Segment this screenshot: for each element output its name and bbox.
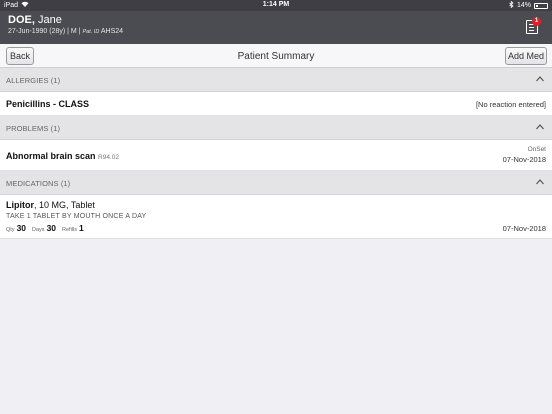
medications-header-label: MEDICATIONS (1) xyxy=(6,179,71,188)
problems-header-label: PROBLEMS (1) xyxy=(6,124,61,133)
problem-code: R94.02 xyxy=(98,154,120,161)
allergy-reaction: [No reaction entered] xyxy=(475,100,546,109)
battery-percent: 14% xyxy=(516,2,531,9)
patient-id-label: Pat. ID xyxy=(82,29,100,35)
qty-label: Qty xyxy=(6,227,15,233)
toolbar: Back Patient Summary Add Med xyxy=(0,44,552,68)
allergies-header-label: ALLERGIES (1) xyxy=(6,76,61,85)
patient-header: DOE, Jane 27-Jun-1990 (28y) | M | Pat. I… xyxy=(0,11,552,44)
problems-section-header[interactable]: PROBLEMS (1) xyxy=(0,116,552,140)
list-item[interactable]: Lipitor, 10 MG, Tablet TAKE 1 TABLET BY … xyxy=(0,195,552,239)
chevron-up-icon[interactable] xyxy=(536,76,544,84)
onset-label: OnSet xyxy=(527,146,546,153)
page-title: Patient Summary xyxy=(237,51,315,62)
list-item[interactable]: Abnormal brain scan R94.02 OnSet 07-Nov-… xyxy=(0,140,552,171)
medication-quantities: Qty 30 Days 30 Refills 1 xyxy=(6,223,88,233)
medication-detail: , 10 MG, Tablet xyxy=(34,200,95,210)
chevron-up-icon[interactable] xyxy=(536,124,544,132)
refills-value: 1 xyxy=(79,223,84,233)
medication-sig: TAKE 1 TABLET BY MOUTH ONCE A DAY xyxy=(6,213,147,220)
chevron-up-icon[interactable] xyxy=(536,179,544,187)
list-item[interactable]: Penicillins - CLASS [No reaction entered… xyxy=(0,92,552,116)
patient-meta: 27-Jun-1990 (28y) | M | Pat. ID AHS24 xyxy=(8,28,124,35)
problem-name: Abnormal brain scan R94.02 xyxy=(6,151,120,161)
status-time: 1:14 PM xyxy=(262,1,290,8)
status-right: 14% xyxy=(509,0,548,10)
qty-value: 30 xyxy=(16,223,27,233)
medications-section-header[interactable]: MEDICATIONS (1) xyxy=(0,171,552,195)
patient-id: AHS24 xyxy=(100,28,124,35)
patient-first-name: Jane xyxy=(37,14,62,26)
battery-icon xyxy=(534,2,548,9)
medication-name: Lipitor, 10 MG, Tablet xyxy=(6,200,95,210)
patient-name: DOE, Jane xyxy=(8,14,62,26)
patient-last-name: DOE, xyxy=(8,14,35,26)
allergies-section-header[interactable]: ALLERGIES (1) xyxy=(0,68,552,92)
medication-date: 07-Nov-2018 xyxy=(502,224,546,233)
patient-sex: M xyxy=(70,28,77,35)
bluetooth-icon xyxy=(509,0,514,10)
days-label: Days xyxy=(32,227,45,233)
notification-badge: 1 xyxy=(532,17,541,26)
refills-label: Refills xyxy=(62,227,78,233)
add-med-button[interactable]: Add Med xyxy=(505,47,547,65)
days-value: 30 xyxy=(46,223,57,233)
patient-dob-age: 27-Jun-1990 (28y) xyxy=(8,28,66,35)
allergy-name: Penicillins - CLASS xyxy=(6,99,90,109)
onset-date: 07-Nov-2018 xyxy=(502,155,546,164)
status-bar: iPad 1:14 PM 14% xyxy=(0,0,552,11)
